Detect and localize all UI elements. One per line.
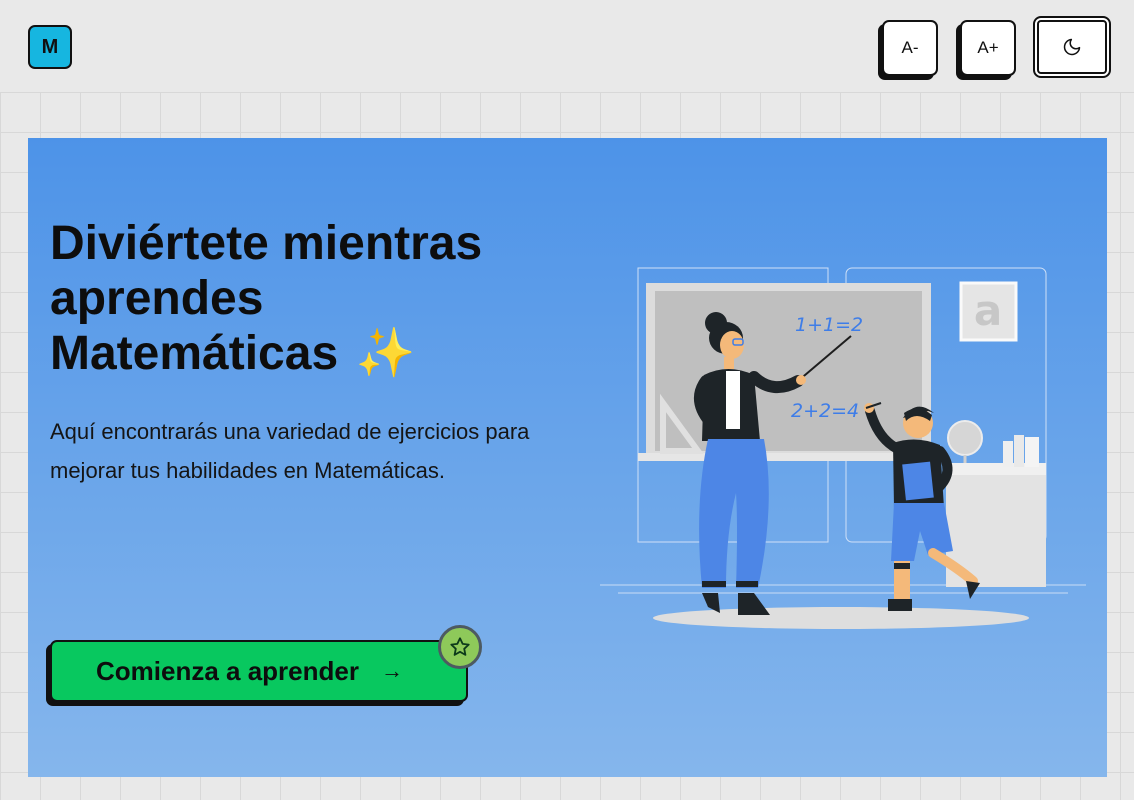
hero-banner: Diviértete mientras aprendes Matemáticas… (28, 138, 1107, 777)
increase-font-button[interactable]: A+ (960, 20, 1016, 76)
teacher-student-illustration: 1+1=2 2+2=4 a (600, 267, 1086, 629)
hero-title-line: Diviértete mientras (50, 217, 483, 270)
start-learning-button[interactable]: Comienza a aprender → (50, 640, 468, 702)
moon-icon (1063, 38, 1081, 56)
frame-letter: a (974, 286, 1002, 335)
theme-toggle-button[interactable] (1033, 16, 1111, 78)
hero-title-line: Matemáticas (50, 327, 339, 380)
start-learning-label: Comienza a aprender (96, 655, 359, 686)
star-badge (438, 625, 482, 669)
sparkles-emoji: ✨ (355, 327, 416, 380)
board-equation-1: 1+1=2 (795, 314, 863, 336)
top-bar: M A- A+ (0, 0, 1134, 92)
board-equation-2: 2+2=4 (791, 400, 859, 422)
hero-title-line: aprendes (50, 272, 264, 325)
logo[interactable]: M (28, 25, 72, 69)
arrow-right-icon: → (380, 658, 403, 683)
hero-description: Aquí encontrarás una variedad de ejercic… (50, 419, 530, 483)
hero-title: Diviértete mientras aprendes Matemáticas… (50, 216, 570, 381)
star-icon (450, 637, 470, 656)
decrease-font-button[interactable]: A- (882, 20, 938, 76)
